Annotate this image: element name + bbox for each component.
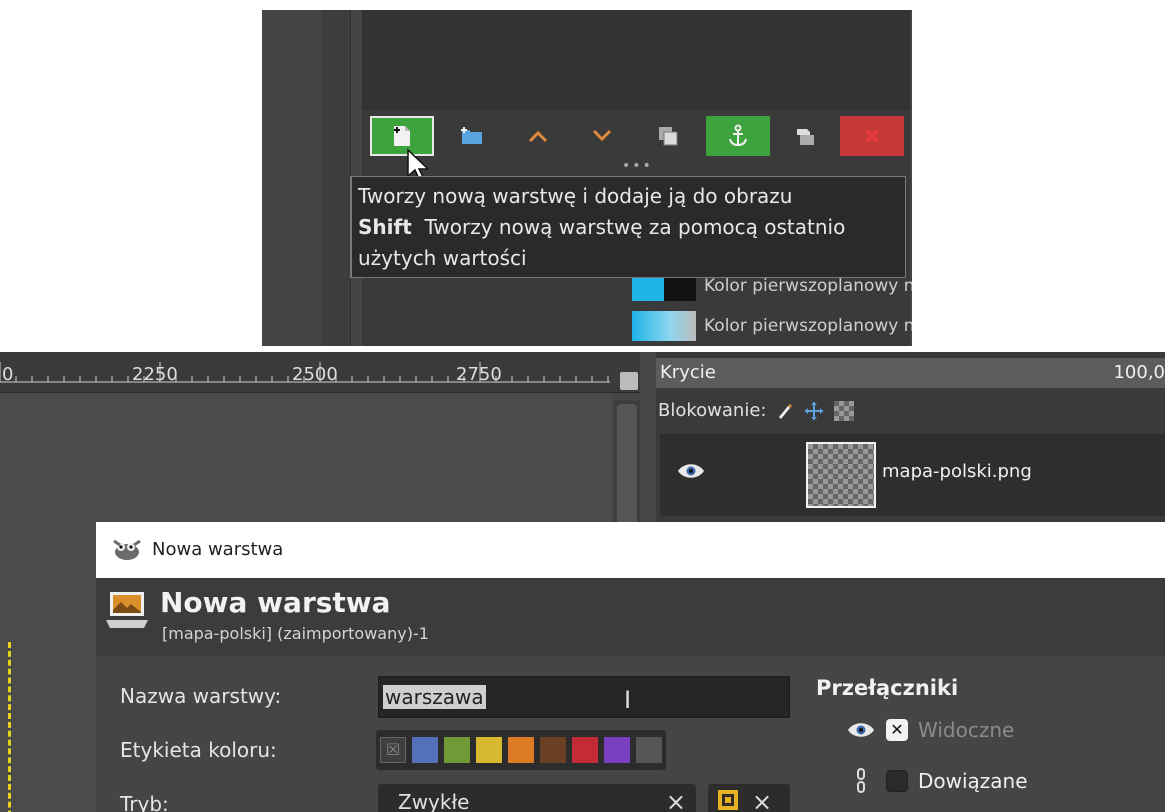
chain-link-icon: [857, 768, 865, 793]
color-tag-gray[interactable]: [636, 737, 662, 763]
layer-item[interactable]: mapa-polski.png: [660, 434, 1165, 516]
new-layer-dialog-icon: [106, 592, 148, 628]
lock-row: Blokowanie:: [658, 400, 855, 421]
delete-layer-button[interactable]: [840, 116, 904, 156]
tooltip-line: użytych wartości: [358, 246, 527, 270]
lock-pixels-icon[interactable]: [776, 402, 794, 420]
raise-layer-button[interactable]: [506, 116, 570, 156]
switches-title: Przełączniki: [816, 676, 959, 700]
layer-name: mapa-polski.png: [882, 461, 1032, 482]
dialog-header-title: Nowa warstwa: [160, 586, 391, 619]
mode-icon: [718, 790, 738, 810]
merge-down-icon: [797, 129, 814, 145]
duplicate-layer-button[interactable]: [636, 116, 700, 156]
dialog-header-subtitle: [mapa-polski] (zaimportowany)-1: [162, 624, 429, 643]
color-tag-none[interactable]: ☒: [380, 737, 406, 763]
color-tag-orange[interactable]: [508, 737, 534, 763]
panel-separator: [322, 10, 351, 346]
color-tag-brown[interactable]: [540, 737, 566, 763]
new-layer-group-button[interactable]: [440, 116, 504, 156]
lock-label: Blokowanie:: [658, 400, 767, 421]
navigate-icon[interactable]: [620, 372, 638, 390]
anchor-layer-button[interactable]: [706, 116, 770, 156]
color-tag-yellow[interactable]: [476, 737, 502, 763]
lock-alpha-icon[interactable]: [834, 400, 855, 421]
delete-icon: [864, 128, 880, 144]
resize-handle[interactable]: •••: [622, 159, 653, 173]
main-window-crop: 0 2250 2500 2750 Krycie 100,0 Blokowanie…: [0, 352, 1165, 812]
chevron-up-icon: [528, 130, 548, 143]
layer-name-value: warszawa: [383, 685, 486, 709]
opacity-slider[interactable]: Krycie 100,0: [656, 358, 1165, 388]
ruler-label: 0: [2, 364, 14, 385]
switch-linked-row[interactable]: Dowiązane: [846, 768, 1028, 794]
dialog-header: Nowa warstwa [mapa-polski] (zaimportowan…: [96, 578, 1165, 656]
selection-outline: [8, 642, 11, 812]
layer-thumbnail: [806, 442, 876, 508]
layer-name-input[interactable]: warszawa: [378, 676, 790, 718]
tooltip-line: Shift Tworzy nową warstwę za pomocą osta…: [358, 212, 905, 243]
gimp-logo-icon: [113, 539, 141, 560]
layer-name-label: Nazwa warstwy:: [120, 684, 282, 708]
text-cursor-icon: I: [624, 686, 632, 714]
color-tag-green[interactable]: [444, 737, 470, 763]
ruler-label: 2750: [456, 364, 502, 385]
clear-icon[interactable]: ×: [752, 788, 772, 812]
layers-panel: Krycie 100,0 Blokowanie: mapa-polski.png: [656, 352, 1165, 522]
color-tag-label: Etykieta koloru:: [120, 738, 277, 762]
color-tag-picker: ☒: [376, 730, 666, 770]
folder-icon: [461, 127, 482, 144]
mode-label: Tryb:: [120, 792, 169, 812]
merge-layer-button[interactable]: [774, 116, 838, 156]
opacity-label: Krycie: [660, 362, 716, 383]
duplicate-icon: [659, 127, 678, 146]
eye-icon[interactable]: [676, 462, 706, 480]
mode-value: Zwykłe: [398, 790, 470, 812]
layer-list-area: [362, 10, 910, 110]
color-tag-violet[interactable]: [604, 737, 630, 763]
mode-options-button[interactable]: ×: [708, 784, 790, 812]
color-tag-red[interactable]: [572, 737, 598, 763]
mode-select[interactable]: Zwykłe ×: [378, 784, 696, 812]
new-layer-icon: [394, 126, 410, 146]
gradient-label: Kolor pierwszoplanowy na kolor tła (twar…: [704, 276, 912, 296]
switch-visible-label: Widoczne: [918, 718, 1015, 742]
anchor-icon: [729, 124, 747, 147]
tooltip-key: Shift: [358, 215, 412, 239]
visible-checkbox[interactable]: ✕: [886, 719, 908, 741]
gradient-item[interactable]: Kolor pierwszoplanowy na przezroczystość: [632, 308, 912, 344]
lock-position-icon[interactable]: [804, 401, 824, 421]
opacity-value: 100,0: [1113, 362, 1165, 383]
gradient-swatch: [632, 311, 696, 341]
dialog-titlebar[interactable]: Nowa warstwa: [96, 522, 1165, 578]
ruler-label: 2500: [292, 364, 338, 385]
clear-icon[interactable]: ×: [666, 788, 686, 812]
switch-visible-row[interactable]: ✕ Widoczne: [846, 718, 1014, 742]
chevron-down-icon: [592, 129, 612, 142]
tooltip: Tworzy nową warstwę i dodaje ją do obraz…: [350, 176, 906, 278]
color-tag-blue[interactable]: [412, 737, 438, 763]
new-layer-dialog: Nowa warstwa Nowa warstwa [mapa-polski] …: [96, 522, 1165, 812]
switch-linked-label: Dowiązane: [918, 769, 1028, 793]
ruler-label: 2250: [132, 364, 178, 385]
gradient-label: Kolor pierwszoplanowy na przezroczystość: [704, 316, 912, 336]
tooltip-text: Tworzy nową warstwę za pomocą ostatnio: [424, 215, 846, 239]
linked-checkbox[interactable]: [886, 770, 908, 792]
horizontal-ruler[interactable]: 0 2250 2500 2750: [0, 352, 640, 393]
tooltip-line: Tworzy nową warstwę i dodaje ją do obraz…: [358, 184, 793, 208]
dialog-window-title: Nowa warstwa: [152, 539, 284, 560]
lower-layer-button[interactable]: [570, 116, 634, 156]
eye-icon: [848, 723, 874, 737]
